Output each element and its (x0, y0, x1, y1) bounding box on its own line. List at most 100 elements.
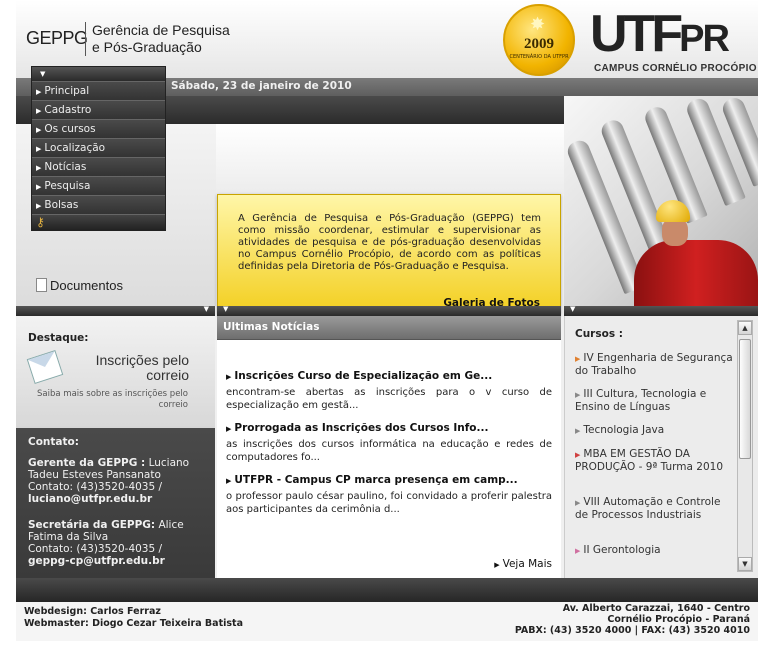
keys-icon[interactable]: ⚷ (36, 215, 45, 229)
arrow-right-icon: ▶ (575, 451, 581, 459)
document-icon (36, 278, 47, 292)
mission-box: A Gerência de Pesquisa e Pós-Graduação (… (217, 194, 561, 314)
course-label: II Gerontologia (583, 544, 661, 556)
news-title: Prorrogada as Inscrições dos Cursos Info… (234, 422, 489, 434)
news-title-link[interactable]: ▶ Inscrições Curso de Especialização em G… (226, 370, 552, 382)
arrow-right-icon: ▶ (575, 391, 581, 399)
site-short-name: GEPPG (26, 28, 88, 48)
campus-name: CAMPUS CORNÉLIO PROCÓPIO (594, 63, 757, 74)
course-item[interactable]: ▶ VIII Automação e Controle de Processos … (575, 496, 735, 521)
utfpr-logo-suffix: PR (679, 18, 730, 60)
worker-body (634, 240, 758, 306)
credits: Webdesign: Carlos Ferraz Webmaster: Diog… (24, 606, 243, 630)
arrow-right-icon: ▶ (575, 547, 581, 555)
left-column: Destaque: Inscrições pelo correio Saiba … (16, 316, 215, 578)
gerente-email[interactable]: luciano@utfpr.edu.br (28, 493, 152, 505)
news-title-link[interactable]: ▶ UTFPR - Campus CP marca presença em cam… (226, 474, 552, 486)
news-item: ▶ UTFPR - Campus CP marca presença em cam… (226, 474, 552, 516)
middle-column-header: ▼ (217, 305, 561, 316)
arrow-right-icon: ▶ (36, 183, 42, 191)
courses-scrollbar[interactable]: ▲ ▼ (737, 320, 753, 572)
address-line1: Av. Alberto Carazzai, 1640 - Centro (562, 603, 750, 614)
header-divider (85, 22, 86, 56)
destaque-panel: Destaque: Inscrições pelo correio Saiba … (16, 316, 215, 426)
menu-item-bolsas[interactable]: ▶ Bolsas (32, 195, 165, 214)
seal-year: 2009 (524, 36, 554, 52)
menu-item-pesquisa[interactable]: ▶ Pesquisa (32, 176, 165, 195)
menu-item-label: Bolsas (44, 199, 79, 211)
secretaria-label: Secretária da GEPPG: (28, 519, 156, 531)
course-label: IV Engenharia de Segurança do Trabalho (575, 352, 733, 377)
menu-item-os-cursos[interactable]: ▶ Os cursos (32, 119, 165, 138)
scrollbar-thumb[interactable] (739, 339, 751, 459)
news-heading: Ultimas Notícias (223, 321, 320, 333)
secretaria-phone: Contato: (43)3520-4035 / (28, 543, 163, 555)
right-column-header: ▼ (564, 305, 758, 316)
news-column: Ultimas Notícias ▶ Inscrições Curso de Es… (217, 316, 561, 578)
menu-item-label: Cadastro (44, 104, 92, 116)
course-label: III Cultura, Tecnologia e Ensino de Líng… (575, 388, 707, 413)
destaque-title[interactable]: Inscrições pelo correio (74, 353, 189, 383)
news-heading-bar: Ultimas Notícias (217, 316, 561, 340)
arrow-right-icon: ▶ (36, 145, 42, 153)
triangle-down-icon: ▼ (203, 305, 209, 313)
address-block: Av. Alberto Carazzai, 1640 - Centro Corn… (515, 603, 750, 636)
contact-panel: Contato: Gerente da GEPPG : Luciano Tade… (16, 428, 215, 578)
arrow-right-icon: ▶ (226, 373, 232, 381)
secretaria-contact: Secretária da GEPPG: Alice Fatima da Sil… (28, 519, 208, 567)
menu-item-principal[interactable]: ▶ Principal (32, 81, 165, 100)
footer-band (16, 578, 758, 602)
starburst-icon: ✸ (530, 14, 546, 35)
centenary-seal-logo: ✸ 2009 CENTENÁRIO DA UTFPR (503, 4, 575, 76)
arrow-right-icon: ▶ (575, 427, 581, 435)
menu-item-label: Pesquisa (44, 180, 91, 192)
veja-mais-link[interactable]: ▶ Veja Mais (494, 558, 552, 570)
documentos-link[interactable]: Documentos (36, 278, 123, 293)
phone-line: PABX: (43) 3520 4000 | FAX: (43) 3520 40… (514, 625, 750, 636)
main-menu: ▼ ▶ Principal ▶ Cadastro ▶ Os cursos ▶ Local… (31, 66, 166, 231)
menu-item-label: Localização (44, 142, 106, 154)
current-date: Sábado, 23 de janeiro de 2010 (171, 80, 352, 92)
news-description: as inscrições dos cursos informática na … (226, 439, 552, 463)
menu-header: ▼ (32, 67, 165, 81)
course-item[interactable]: ▶ III Cultura, Tecnologia e Ensino de Lín… (575, 388, 735, 413)
course-item[interactable]: ▶ IV Engenharia de Segurança do Trabalho (575, 352, 735, 377)
worker-face (662, 218, 688, 246)
secretaria-email[interactable]: geppg-cp@utfpr.edu.br (28, 555, 165, 567)
site-title-line1: Gerência de Pesquisa (92, 22, 230, 38)
arrow-right-icon: ▶ (36, 164, 42, 172)
arrow-right-icon: ▶ (575, 355, 581, 363)
scroll-up-icon[interactable]: ▲ (738, 321, 752, 335)
news-description: o professor paulo césar paulino, foi con… (226, 491, 552, 515)
course-item[interactable]: ▶ Tecnologia Java (575, 424, 735, 437)
documentos-label: Documentos (50, 278, 123, 293)
seal-text: CENTENÁRIO DA UTFPR (509, 54, 569, 60)
menu-item-noticias[interactable]: ▶ Notícias (32, 157, 165, 176)
envelope-icon (26, 350, 64, 384)
arrow-right-icon: ▶ (36, 88, 42, 96)
address-line2: Cornélio Procópio - Paraná (607, 614, 750, 625)
course-item[interactable]: ▶ II Gerontologia (575, 544, 735, 557)
gerente-phone: Contato: (43)3520-4035 / (28, 481, 163, 493)
course-item[interactable]: ▶ MBA EM GESTÃO DA PRODUÇÃO - 9ª Turma 20… (575, 448, 735, 473)
gerente-contact: Gerente da GEPPG : Luciano Tadeu Esteves… (28, 457, 208, 505)
industrial-worker-photo (564, 96, 758, 306)
utfpr-logo[interactable]: UTFPR (590, 5, 730, 65)
courses-column: Cursos : ▶ IV Engenharia de Segurança do … (564, 316, 758, 578)
site-title-line2: e Pós-Graduação (92, 39, 202, 55)
destaque-link[interactable]: Saiba mais sobre as inscrições pelo corr… (30, 389, 188, 411)
utfpr-logo-main: UTF (590, 5, 683, 63)
webdesign-credit: Webdesign: Carlos Ferraz (24, 606, 161, 617)
triangle-down-icon: ▼ (223, 305, 229, 313)
news-description: encontram-se abertas as inscrições para … (226, 387, 552, 411)
webmaster-credit: Webmaster: Diogo Cezar Teixeira Batista (24, 618, 243, 629)
triangle-down-icon: ▼ (570, 305, 576, 313)
arrow-right-icon: ▶ (494, 561, 500, 569)
news-title-link[interactable]: ▶ Prorrogada as Inscrições dos Cursos Inf… (226, 422, 552, 434)
scroll-down-icon[interactable]: ▼ (738, 557, 752, 571)
menu-item-cadastro[interactable]: ▶ Cadastro (32, 100, 165, 119)
news-title: Inscrições Curso de Especialização em Ge… (234, 370, 493, 382)
menu-item-localizacao[interactable]: ▶ Localização (32, 138, 165, 157)
destaque-heading: Destaque: (28, 332, 89, 344)
hero-middle-panel (216, 124, 564, 194)
